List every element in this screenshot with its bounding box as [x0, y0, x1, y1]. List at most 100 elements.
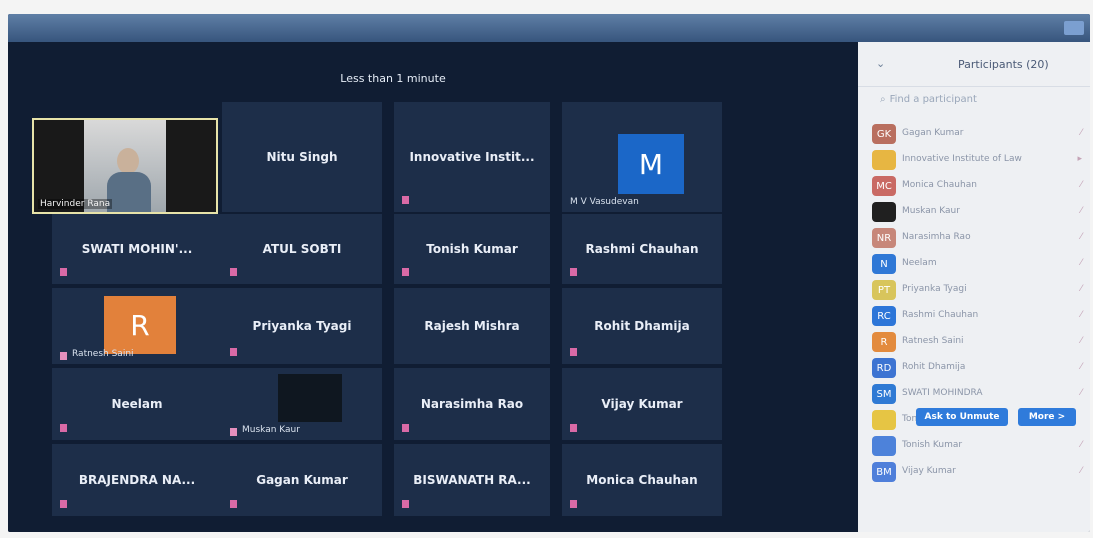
participant-tile[interactable]: Narasimha Rao: [394, 368, 550, 440]
participant-tile[interactable]: Rohit Dhamija: [562, 288, 722, 364]
mic-icon: ⁄: [1080, 440, 1082, 450]
participant-tile[interactable]: BISWANATH RA...: [394, 444, 550, 516]
avatar: M: [618, 134, 684, 194]
participants-panel: ⌄ Participants (20) ⌕ Find a participant …: [858, 42, 1090, 532]
participant-list-name: Tonish Kumar: [902, 440, 963, 450]
participant-list-item[interactable]: SM SWATI MOHINDRA ⁄: [858, 384, 1090, 406]
participant-list-item[interactable]: NR Narasimha Rao ⁄: [858, 228, 1090, 250]
participant-name: Tonish Kumar: [426, 242, 518, 256]
muted-mic-icon: [230, 348, 237, 356]
participant-list-item[interactable]: Muskan Kaur ⁄: [858, 202, 1090, 224]
participant-avatar: PT: [872, 280, 896, 300]
participant-tile[interactable]: Muskan Kaur: [222, 368, 382, 440]
participant-name: Muskan Kaur: [242, 425, 300, 435]
video-name: Harvinder Rana: [38, 199, 113, 209]
participant-list-name: Priyanka Tyagi: [902, 284, 967, 294]
mic-icon: ⁄: [1080, 258, 1082, 268]
participant-list-name: Ratnesh Saini: [902, 336, 964, 346]
participant-tile[interactable]: ATUL SOBTI: [222, 214, 382, 284]
participant-avatar: RC: [872, 306, 896, 326]
participant-list-item[interactable]: BM Vijay Kumar ⁄: [858, 462, 1090, 484]
participant-tile[interactable]: Tonish Kumar: [394, 214, 550, 284]
participant-list-name: Rohit Dhamija: [902, 362, 966, 372]
participant-list-item[interactable]: GK Gagan Kumar ⁄: [858, 124, 1090, 146]
participant-list-name: Monica Chauhan: [902, 180, 977, 190]
participant-tile[interactable]: BRAJENDRA NA...: [52, 444, 222, 516]
window-control-button[interactable]: [1064, 21, 1084, 35]
participant-avatar: MC: [872, 176, 896, 196]
participant-tile[interactable]: Neelam: [52, 368, 222, 440]
muted-mic-icon: [230, 500, 237, 508]
participant-name: Rashmi Chauhan: [585, 242, 699, 256]
participant-name: Neelam: [111, 397, 163, 411]
participant-list-name: Vijay Kumar: [902, 466, 956, 476]
participant-name: Narasimha Rao: [420, 397, 524, 411]
muted-mic-icon: [60, 424, 67, 432]
participant-tile[interactable]: Vijay Kumar: [562, 368, 722, 440]
participant-name: Monica Chauhan: [586, 473, 698, 487]
muted-mic-icon: [402, 424, 409, 432]
mic-icon: ⁄: [1080, 284, 1082, 294]
ask-to-unmute-button[interactable]: Ask to Unmute: [916, 408, 1008, 426]
collapse-chevron-icon[interactable]: ⌄: [876, 57, 885, 70]
participant-list-item[interactable]: R Ratnesh Saini ⁄: [858, 332, 1090, 354]
participants-title: Participants (20): [958, 58, 1049, 71]
participant-list-name: SWATI MOHINDRA: [902, 388, 983, 398]
mic-icon: ⁄: [1080, 336, 1082, 346]
participant-tile[interactable]: SWATI MOHIN'...: [52, 214, 222, 284]
participant-tile[interactable]: R Ratnesh Saini: [52, 288, 222, 364]
participant-name: Priyanka Tyagi: [252, 319, 352, 333]
participant-list-item[interactable]: N Neelam ⁄: [858, 254, 1090, 276]
participant-name: Rajesh Mishra: [424, 319, 520, 333]
muted-mic-icon: [402, 268, 409, 276]
mic-icon: ⁄: [1080, 362, 1082, 372]
participant-tile[interactable]: Rajesh Mishra: [394, 288, 550, 364]
participant-avatar: N: [872, 254, 896, 274]
participant-tile[interactable]: Gagan Kumar: [222, 444, 382, 516]
muted-mic-icon: [230, 428, 237, 436]
more-button[interactable]: More >: [1018, 408, 1076, 426]
participant-list-item[interactable]: Innovative Institute of Law ▸: [858, 150, 1090, 172]
participant-avatar: BM: [872, 462, 896, 482]
participant-list-item[interactable]: Tonish Kumar ⁄: [858, 436, 1090, 458]
participant-list-name: Rashmi Chauhan: [902, 310, 979, 320]
mic-icon: ⁄: [1080, 388, 1082, 398]
muted-mic-icon: [402, 196, 409, 204]
participant-search[interactable]: ⌕ Find a participant: [876, 94, 1066, 112]
participant-list-item[interactable]: PT Priyanka Tyagi ⁄: [858, 280, 1090, 302]
avatar: [278, 374, 342, 422]
meeting-window: Less than 1 minute Harvinder Rana Nitu S…: [8, 14, 1090, 532]
participant-list-item[interactable]: RD Rohit Dhamija ⁄: [858, 358, 1090, 380]
participant-avatar: GK: [872, 124, 896, 144]
participant-name: BISWANATH RA...: [413, 473, 531, 487]
participant-list-name: Muskan Kaur: [902, 206, 960, 216]
meeting-timer: Less than 1 minute: [340, 72, 446, 85]
participant-name: SWATI MOHIN'...: [81, 242, 193, 256]
participant-tile[interactable]: Innovative Instit...: [394, 102, 550, 212]
participant-tile[interactable]: M M V Vasudevan: [562, 102, 722, 212]
participant-tile[interactable]: Rashmi Chauhan: [562, 214, 722, 284]
mic-icon: ⁄: [1080, 128, 1082, 138]
participant-name: ATUL SOBTI: [262, 242, 342, 256]
muted-mic-icon: [230, 268, 237, 276]
gallery-view: Less than 1 minute Harvinder Rana Nitu S…: [8, 42, 858, 532]
participant-tile[interactable]: Nitu Singh: [222, 102, 382, 212]
participant-list-item[interactable]: MC Monica Chauhan ⁄: [858, 176, 1090, 198]
muted-mic-icon: [402, 500, 409, 508]
participant-tile[interactable]: Monica Chauhan: [562, 444, 722, 516]
participant-name: Innovative Instit...: [409, 150, 535, 164]
mic-icon: ⁄: [1080, 180, 1082, 190]
participant-tile[interactable]: Priyanka Tyagi: [222, 288, 382, 364]
participant-avatar: [872, 202, 896, 222]
participant-avatar: R: [872, 332, 896, 352]
participant-body: [107, 172, 151, 212]
participant-avatar: [872, 410, 896, 430]
participant-list-name: Gagan Kumar: [902, 128, 964, 138]
participant-name: Vijay Kumar: [601, 397, 683, 411]
participants-header: ⌄ Participants (20): [858, 42, 1090, 87]
participant-name: Gagan Kumar: [256, 473, 348, 487]
video-tile[interactable]: Harvinder Rana: [32, 118, 218, 214]
muted-mic-icon: [570, 424, 577, 432]
participant-name: BRAJENDRA NA...: [78, 473, 196, 487]
participant-list-item[interactable]: RC Rashmi Chauhan ⁄: [858, 306, 1090, 328]
